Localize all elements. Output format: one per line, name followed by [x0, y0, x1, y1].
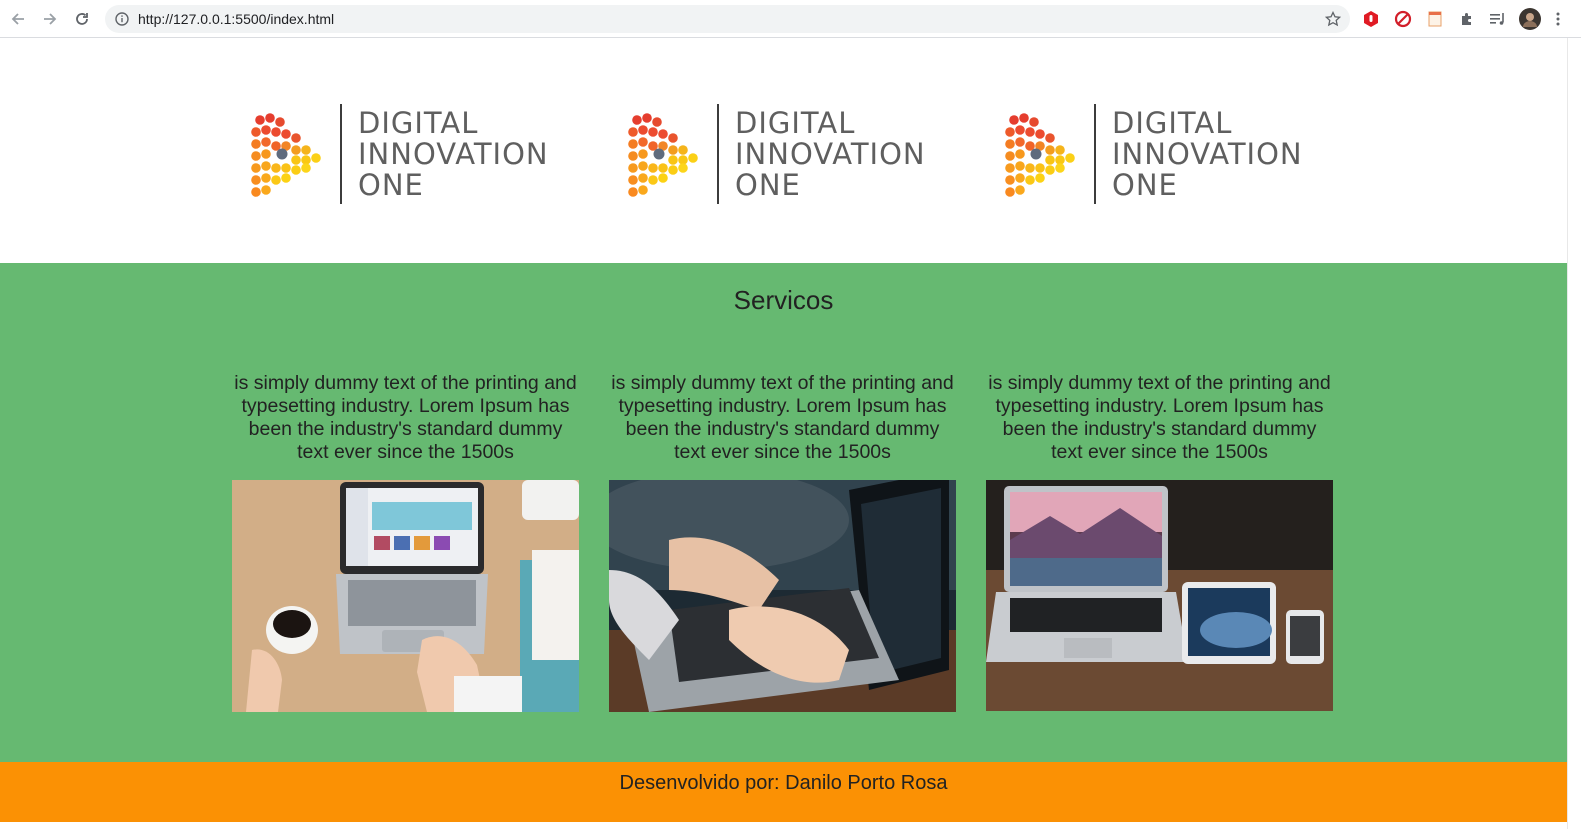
apple-devices-photo	[986, 480, 1333, 712]
services-section: Servicos is simply dummy text of the pri…	[0, 263, 1567, 762]
logo-divider	[717, 104, 719, 204]
logo-line: DIGITAL	[735, 106, 856, 140]
back-arrow-icon[interactable]	[5, 6, 31, 32]
logo-line: INNOVATION	[358, 137, 549, 171]
logo-line: ONE	[358, 168, 424, 202]
star-icon[interactable]	[1324, 10, 1342, 28]
logo-line: ONE	[735, 168, 801, 202]
logo-line: INNOVATION	[735, 137, 926, 171]
page-bottom	[0, 822, 1567, 829]
browser-toolbar: http://127.0.0.1:5500/index.html	[0, 0, 1581, 38]
footer: Desenvolvido por: Danilo Porto Rosa	[0, 762, 1567, 822]
laptop-desk-photo	[232, 480, 579, 712]
service-card: is simply dummy text of the printing and…	[232, 372, 579, 712]
footer-credit: Desenvolvido por: Danilo Porto Rosa	[619, 772, 948, 794]
section-title: Servicos	[733, 285, 834, 315]
dio-logo: DIGITAL INNOVATION ONE	[1004, 98, 1324, 210]
page-content: DIGITAL INNOVATION ONE DIGITAL INNOVATIO…	[0, 38, 1567, 829]
puzzle-extension-icon[interactable]	[1457, 9, 1477, 29]
scrollbar[interactable]	[1567, 38, 1581, 829]
service-card: is simply dummy text of the printing and…	[986, 372, 1333, 711]
dio-logo-mark-icon	[628, 113, 698, 197]
url-text[interactable]: http://127.0.0.1:5500/index.html	[138, 11, 334, 27]
service-description: is simply dummy text of the printing and…	[611, 372, 954, 463]
service-card: is simply dummy text of the printing and…	[609, 372, 956, 712]
service-description: is simply dummy text of the printing and…	[234, 372, 577, 463]
logo-line: DIGITAL	[358, 106, 479, 140]
info-icon[interactable]	[113, 10, 131, 28]
dio-logo: DIGITAL INNOVATION ONE	[627, 98, 947, 210]
notes-icon[interactable]	[1425, 9, 1445, 29]
media-queue-icon[interactable]	[1488, 9, 1508, 29]
logo-divider	[340, 104, 342, 204]
logo-line: DIGITAL	[1112, 106, 1233, 140]
logo-divider	[1094, 104, 1096, 204]
dio-logo-mark-icon	[1005, 113, 1075, 197]
block-icon[interactable]	[1393, 9, 1413, 29]
forward-arrow-icon[interactable]	[37, 6, 63, 32]
more-menu-icon[interactable]	[1553, 9, 1563, 29]
dio-logo: DIGITAL INNOVATION ONE	[250, 98, 570, 210]
address-bar[interactable]: http://127.0.0.1:5500/index.html	[105, 5, 1350, 33]
reload-icon[interactable]	[69, 6, 95, 32]
typing-laptop-photo	[609, 480, 956, 712]
profile-avatar[interactable]	[1519, 8, 1541, 30]
dio-logo-mark-icon	[251, 113, 321, 197]
logo-line: ONE	[1112, 168, 1178, 202]
header: DIGITAL INNOVATION ONE DIGITAL INNOVATIO…	[0, 38, 1567, 263]
service-description: is simply dummy text of the printing and…	[988, 372, 1331, 463]
adblock-icon[interactable]	[1361, 9, 1381, 29]
logo-line: INNOVATION	[1112, 137, 1303, 171]
